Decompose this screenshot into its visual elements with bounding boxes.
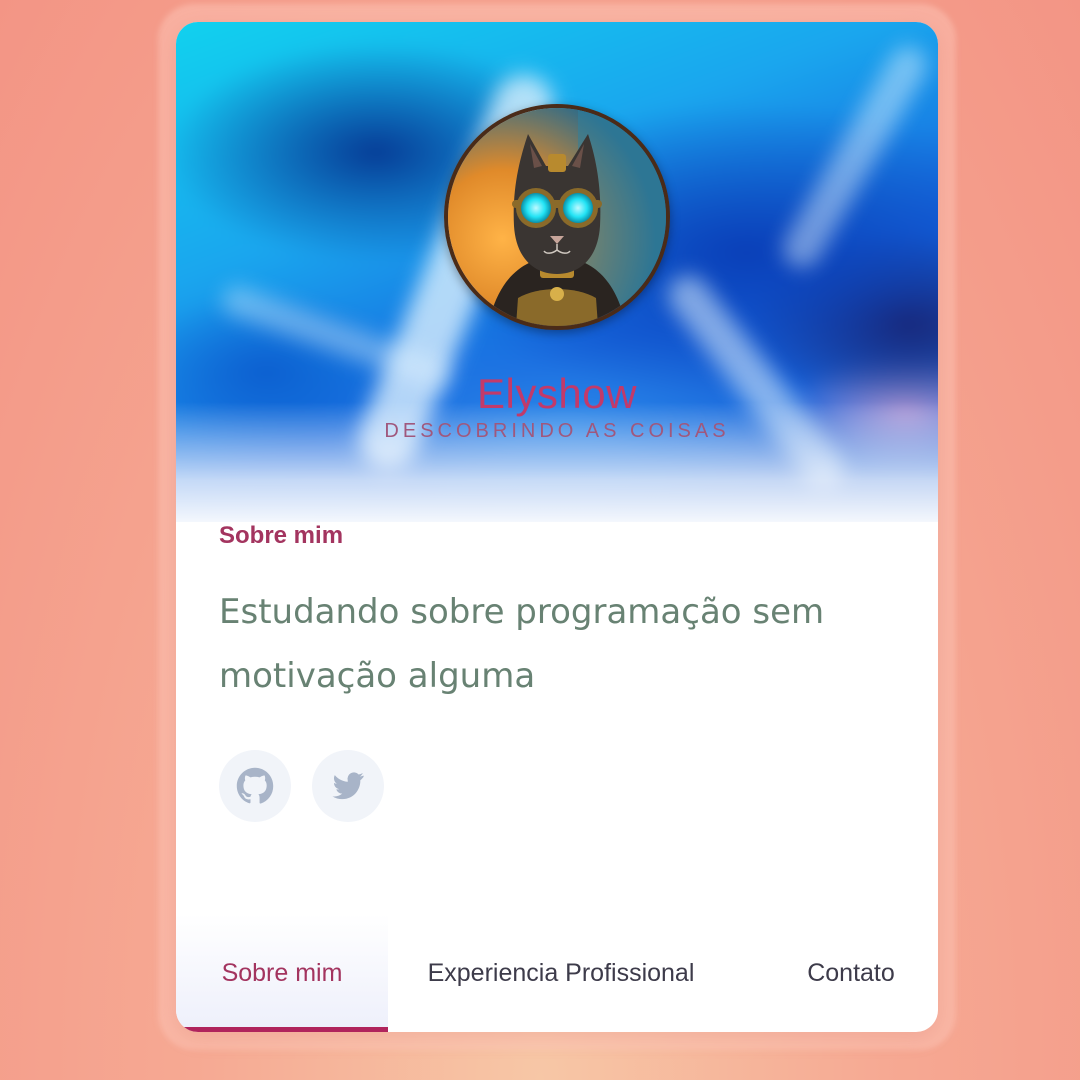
profile-card: Elyshow DESCOBRINDO AS COISAS Sobre mim … [176, 22, 938, 1032]
about-title: Sobre mim [219, 522, 344, 549]
twitter-icon [332, 772, 364, 800]
about-text: Estudando sobre programação sem motivaçã… [219, 592, 825, 696]
tab-experiencia-profissional[interactable]: Experiencia Profissional [396, 914, 726, 1032]
profile-name: Elyshow [477, 370, 637, 417]
tab-sobre-mim[interactable]: Sobre mim [176, 914, 388, 1032]
profile-tagline: DESCOBRINDO AS COISAS [384, 420, 730, 442]
profile-tabs: Sobre mim Experiencia Profissional Conta… [176, 914, 938, 1032]
twitter-link[interactable] [312, 750, 384, 822]
cat-avatar-image [448, 108, 666, 326]
avatar [444, 104, 670, 330]
github-link[interactable] [219, 750, 291, 822]
tab-contato[interactable]: Contato [766, 914, 936, 1032]
profile-banner: Elyshow DESCOBRINDO AS COISAS [176, 22, 938, 522]
github-icon [236, 767, 274, 804]
